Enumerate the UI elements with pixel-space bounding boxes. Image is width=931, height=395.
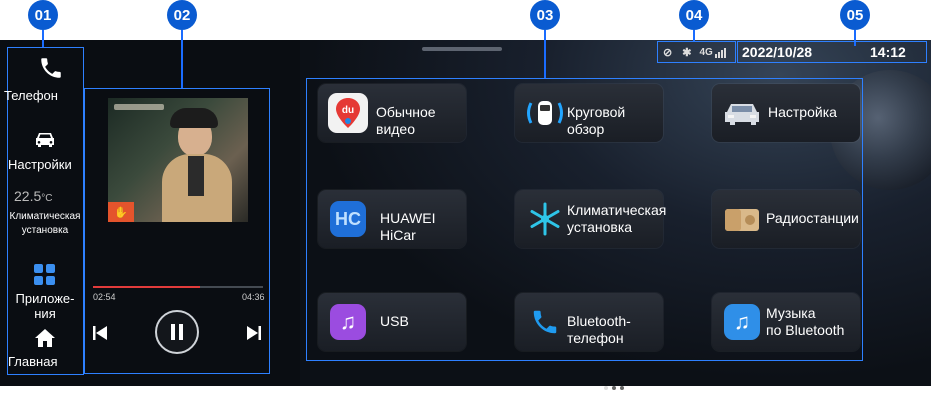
tile-label-hicar: HUAWEI HiCar [380, 210, 436, 243]
sidebar-label-climate: Климатическая установка [9, 211, 81, 236]
progress-fill [93, 286, 201, 288]
tile-label-car-settings: Настройка [768, 104, 837, 120]
du-video-icon: du [328, 93, 368, 133]
tile-car-settings[interactable]: Настройка [712, 84, 860, 142]
tile-label-bluetooth-phone: Bluetooth-телефон [567, 313, 631, 346]
page-indicator[interactable] [604, 377, 628, 395]
car-settings-icon [722, 93, 762, 133]
tile-surround-view[interactable]: Круговой обзор [515, 84, 663, 142]
tile-label-bluetooth-music: Музыка по Bluetooth [766, 305, 845, 338]
album-label-strip [114, 104, 164, 110]
sidebar-item-climate[interactable]: 22.5°C Климатическая установка [0, 188, 90, 238]
elapsed-time: 02:54 [93, 292, 116, 302]
total-time: 04:36 [242, 292, 265, 302]
home-icon [35, 329, 55, 347]
tile-bluetooth-music[interactable]: ♫ Музыка по Bluetooth [712, 293, 860, 351]
bluetooth-phone-icon [525, 302, 565, 342]
temperature-readout: 22.5°C [14, 188, 53, 204]
hicar-icon: HC [330, 201, 366, 237]
tile-hicar[interactable]: HC HUAWEI HiCar [318, 190, 466, 248]
sidebar-item-phone[interactable]: Телефон [0, 55, 86, 103]
callout-04: 04 [679, 0, 709, 30]
sidebar-label-home: Главная [8, 354, 58, 369]
callout-02: 02 [167, 0, 197, 30]
callout-01: 01 [28, 0, 58, 30]
previous-track-icon[interactable] [92, 325, 108, 341]
pause-icon [171, 324, 183, 340]
tile-label-surround-view: Круговой обзор [567, 104, 626, 137]
tile-radio[interactable]: Радиостанции [712, 190, 860, 248]
sidebar-item-settings[interactable]: Настройки [0, 130, 90, 172]
sidebar-label-phone: Телефон [4, 88, 58, 103]
tile-label-du-video: Обычное видео [376, 104, 436, 137]
status-icons-frame [657, 41, 736, 63]
sidebar-item-home[interactable]: Главная [0, 328, 90, 369]
apps-grid-icon [34, 264, 55, 285]
music-app-badge: ✋ [108, 202, 134, 222]
surround-view-icon [525, 93, 565, 133]
tile-usb[interactable]: ♫ USB [318, 293, 466, 351]
sidebar-label-apps: Приложе- ния [15, 291, 75, 321]
callout-05: 05 [840, 0, 870, 30]
bluetooth-music-icon: ♫ [724, 304, 760, 340]
sidebar-item-apps[interactable]: Приложе- ния [0, 264, 90, 321]
album-cover[interactable]: ✋ [108, 98, 248, 222]
tile-du-video[interactable]: du Обычное видео [318, 84, 466, 142]
tile-label-radio: Радиостанции [766, 210, 859, 226]
radio-icon [722, 199, 762, 239]
usb-music-icon: ♫ [330, 304, 366, 340]
tile-bluetooth-phone[interactable]: Bluetooth-телефон [515, 293, 663, 351]
tile-label-climate: Климатическая установка [567, 202, 667, 235]
tile-climate[interactable]: Климатическая установка [515, 190, 667, 248]
top-handle[interactable] [422, 47, 502, 51]
svg-text:du: du [342, 105, 354, 116]
next-track-icon[interactable] [246, 325, 262, 341]
car-icon [36, 133, 54, 147]
play-pause-button[interactable] [155, 310, 199, 354]
callout-03: 03 [530, 0, 560, 30]
climate-snowflake-icon [525, 199, 565, 239]
phone-icon [41, 58, 61, 78]
tile-label-usb: USB [380, 313, 409, 329]
sidebar-label-settings: Настройки [8, 157, 72, 172]
datetime-frame [737, 41, 927, 63]
